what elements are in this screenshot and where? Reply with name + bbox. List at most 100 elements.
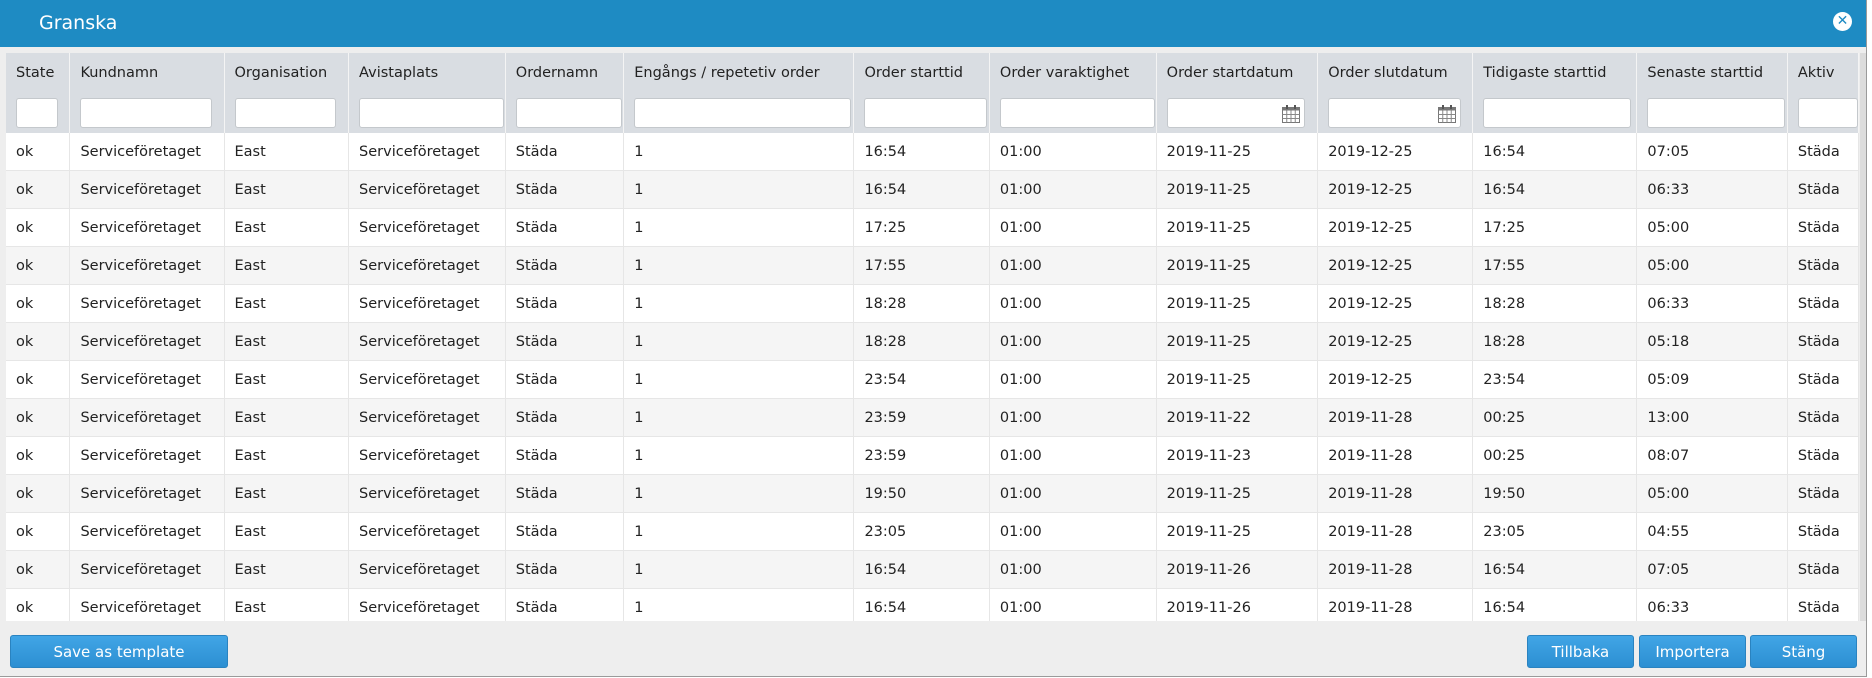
column-header[interactable]: Ordernamn <box>505 53 625 93</box>
table-row[interactable]: ok Serviceföretaget East Serviceföretaget St… <box>6 588 1859 621</box>
filter-input[interactable] <box>17 99 57 127</box>
calendar-icon[interactable] <box>1437 104 1457 124</box>
filter-input[interactable] <box>360 99 504 127</box>
column-header[interactable]: Engångs / repetetiv order <box>623 53 855 93</box>
table-row[interactable]: ok Serviceföretaget East Serviceföretaget St… <box>6 398 1859 437</box>
close-icon[interactable]: ✕ <box>1833 12 1852 31</box>
table-cell: ok <box>6 588 71 621</box>
filter-order-type[interactable] <box>634 98 852 128</box>
table-cell: Städa <box>1787 474 1859 513</box>
filter-input[interactable] <box>865 99 987 127</box>
table-cell: 16:54 <box>1472 550 1638 589</box>
table-cell: 01:00 <box>989 284 1157 323</box>
table-cell: 16:54 <box>853 550 990 589</box>
table-row[interactable]: ok Serviceföretaget East Serviceföretaget St… <box>6 474 1859 513</box>
table-cell: East <box>224 322 350 361</box>
table-cell: 16:54 <box>853 588 990 621</box>
table-cell: ok <box>6 133 71 171</box>
table-cell: 01:00 <box>989 474 1157 513</box>
table-row[interactable]: ok Serviceföretaget East Serviceföretaget St… <box>6 436 1859 475</box>
column-header[interactable]: Organisation <box>224 53 350 93</box>
table-cell: 2019-11-25 <box>1156 512 1319 551</box>
table-cell: Städa <box>505 284 625 323</box>
table-row[interactable]: ok Serviceföretaget East Serviceföretaget St… <box>6 360 1859 399</box>
column-header-row: State Kundnamn Organisation Avistaplats … <box>6 53 1859 93</box>
table-row[interactable]: ok Serviceföretaget East Serviceföretaget St… <box>6 512 1859 551</box>
import-button[interactable]: Importera <box>1639 635 1746 668</box>
filter-aktiv[interactable] <box>1797 98 1858 128</box>
table-cell: 01:00 <box>989 512 1157 551</box>
table-cell: 16:54 <box>853 170 990 209</box>
filter-organisation[interactable] <box>234 98 336 128</box>
table-cell: East <box>224 360 350 399</box>
filter-order-starttid[interactable] <box>864 98 988 128</box>
table-cell: Städa <box>1787 170 1859 209</box>
filter-senaste-starttid[interactable] <box>1647 98 1786 128</box>
filter-tidigaste-starttid[interactable] <box>1483 98 1632 128</box>
table-cell: 17:55 <box>853 246 990 285</box>
table-cell: 17:25 <box>853 208 990 247</box>
table-cell: 13:00 <box>1636 398 1788 437</box>
table-cell: 18:28 <box>1472 284 1638 323</box>
filter-avistaplats[interactable] <box>359 98 505 128</box>
table-cell: Städa <box>505 436 625 475</box>
table-cell: Städa <box>505 246 625 285</box>
column-header[interactable]: Order slutdatum <box>1317 53 1474 93</box>
filter-input[interactable] <box>1484 99 1631 127</box>
table-cell: 00:25 <box>1472 398 1638 437</box>
column-header[interactable]: Tidigaste starttid <box>1472 53 1638 93</box>
table-cell: 01:00 <box>989 133 1157 171</box>
table-cell: 2019-11-25 <box>1156 284 1319 323</box>
calendar-icon[interactable] <box>1281 104 1301 124</box>
table-cell: 23:54 <box>1472 360 1638 399</box>
filter-ordernamn[interactable] <box>515 98 622 128</box>
filter-order-varaktighet[interactable] <box>999 98 1155 128</box>
column-header[interactable]: Order starttid <box>853 53 990 93</box>
filter-input[interactable] <box>1798 99 1857 127</box>
review-table: State Kundnamn Organisation Avistaplats … <box>6 53 1859 621</box>
table-cell: Serviceföretaget <box>348 360 506 399</box>
table-cell: Serviceföretaget <box>69 208 225 247</box>
filter-order-startdatum[interactable] <box>1166 98 1305 128</box>
table-row[interactable]: ok Serviceföretaget East Serviceföretaget St… <box>6 322 1859 361</box>
table-cell: 1 <box>623 322 855 361</box>
table-cell: Städa <box>505 360 625 399</box>
dialog-titlebar[interactable]: Granska ✕ <box>0 0 1866 47</box>
table-cell: Städa <box>1787 550 1859 589</box>
filter-input[interactable] <box>516 99 621 127</box>
filter-state[interactable] <box>16 98 58 128</box>
table-row[interactable]: ok Serviceföretaget East Serviceföretaget St… <box>6 284 1859 323</box>
close-button[interactable]: Stäng <box>1750 635 1857 668</box>
filter-input[interactable] <box>81 99 212 127</box>
table-cell: Serviceföretaget <box>69 436 225 475</box>
back-button[interactable]: Tillbaka <box>1527 635 1634 668</box>
table-row[interactable]: ok Serviceföretaget East Serviceföretaget St… <box>6 246 1859 285</box>
table-cell: 2019-11-25 <box>1156 474 1319 513</box>
filter-order-slutdatum[interactable] <box>1328 98 1462 128</box>
table-cell: 06:33 <box>1636 170 1788 209</box>
column-header[interactable]: Avistaplats <box>348 53 506 93</box>
column-header[interactable]: Kundnamn <box>69 53 225 93</box>
filter-kundnamn[interactable] <box>80 98 213 128</box>
column-header[interactable]: Order varaktighet <box>989 53 1157 93</box>
table-row[interactable]: ok Serviceföretaget East Serviceföretaget St… <box>6 170 1859 209</box>
grid-scrollbar[interactable] <box>1860 53 1866 621</box>
filter-input[interactable] <box>635 99 851 127</box>
column-header[interactable]: State <box>6 53 71 93</box>
table-cell: East <box>224 512 350 551</box>
table-row[interactable]: ok Serviceföretaget East Serviceföretaget St… <box>6 208 1859 247</box>
filter-input[interactable] <box>1000 99 1154 127</box>
filter-input[interactable] <box>1648 99 1785 127</box>
table-row[interactable]: ok Serviceföretaget East Serviceföretaget St… <box>6 550 1859 589</box>
table-row[interactable]: ok Serviceföretaget East Serviceföretaget St… <box>6 133 1859 171</box>
filter-input[interactable] <box>235 99 335 127</box>
table-cell: Städa <box>1787 208 1859 247</box>
save-as-template-button[interactable]: Save as template <box>10 635 228 668</box>
column-header[interactable]: Aktiv <box>1787 53 1859 93</box>
table-cell: East <box>224 474 350 513</box>
table-cell: East <box>224 436 350 475</box>
table-cell: 06:33 <box>1636 284 1788 323</box>
column-header[interactable]: Order startdatum <box>1156 53 1319 93</box>
table-cell: 2019-11-28 <box>1317 512 1474 551</box>
column-header[interactable]: Senaste starttid <box>1636 53 1788 93</box>
